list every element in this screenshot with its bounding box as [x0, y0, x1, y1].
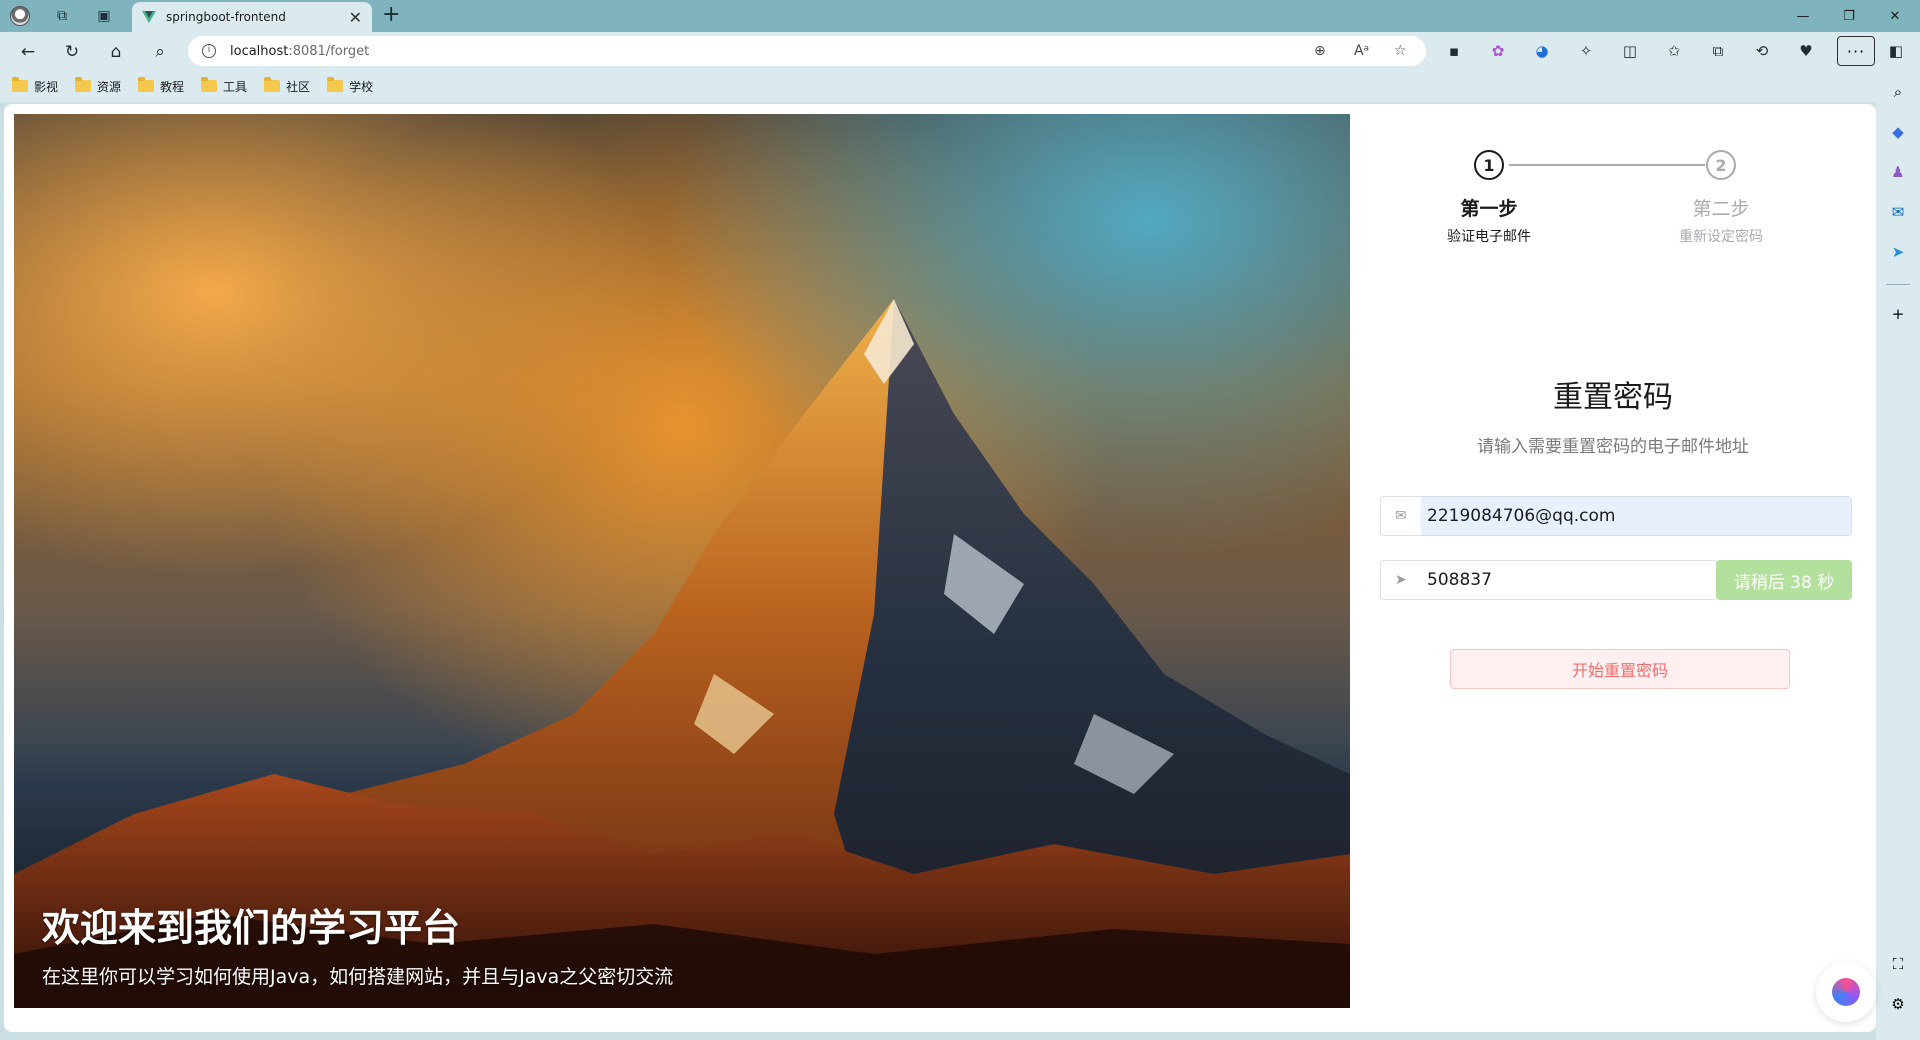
bookmark-folder[interactable]: 教程 — [138, 77, 184, 95]
sidebar-screenshot-icon[interactable]: ⛶ — [1888, 954, 1908, 974]
bookmark-folder[interactable]: 社区 — [264, 77, 310, 95]
close-window-icon[interactable]: ✕ — [1872, 4, 1918, 28]
hero-title: 欢迎来到我们的学习平台 — [42, 906, 461, 950]
extension-3-icon[interactable]: ◕ — [1532, 41, 1552, 61]
email-value: 2219084706@qq.com — [1427, 506, 1616, 526]
address-bar[interactable]: i localhost:8081/forget ⊕ Aᵃ ☆ — [188, 36, 1426, 66]
resend-code-button[interactable]: 请稍后 38 秒 — [1716, 560, 1852, 600]
more-menu-icon[interactable]: ··· — [1837, 36, 1875, 66]
sidebar-outlook-icon[interactable]: ✉ — [1888, 202, 1908, 222]
mountain-illustration — [14, 299, 1350, 1008]
hero-subtitle: 在这里你可以学习如何使用Java，如何搭建网站，并且与Java之父密切交流 — [42, 966, 674, 988]
restore-icon[interactable]: ❐ — [1826, 4, 1872, 28]
copilot-icon — [1832, 978, 1860, 1006]
folder-icon — [75, 77, 92, 92]
close-tab-icon[interactable]: ✕ — [349, 8, 362, 27]
verification-code-field[interactable]: ➤ 508837 — [1380, 560, 1718, 600]
address-path: :8081/forget — [288, 43, 370, 59]
sidebar-tools-icon[interactable]: ◆ — [1888, 122, 1908, 142]
sidebar-divider — [1886, 284, 1910, 285]
tab-title: springboot-frontend — [166, 10, 286, 24]
step-1-desc: 验证电子邮件 — [1447, 229, 1531, 245]
workspaces-icon[interactable]: ⧉ — [50, 4, 74, 28]
browser-tab-active[interactable]: springboot-frontend ✕ — [132, 2, 372, 32]
sidebar-send-icon[interactable]: ➤ — [1888, 242, 1908, 262]
vertical-tabs-icon[interactable]: ▣ — [92, 4, 116, 28]
reset-password-panel: 1 2 第一步 验证电子邮件 第二步 重新设定密码 重置密码 请输入需要重置密码… — [1350, 104, 1876, 1032]
vue-favicon-icon — [142, 11, 156, 23]
code-value: 508837 — [1427, 570, 1492, 590]
folder-icon — [12, 77, 28, 92]
profile-avatar[interactable] — [8, 4, 32, 28]
bookmark-folder[interactable]: 影视 — [12, 77, 58, 95]
step-2-title: 第二步 — [1692, 198, 1750, 220]
browser-toolbar: ← ↻ ⌂ ⌕ i localhost:8081/forget ⊕ Aᵃ ☆ ▪… — [0, 32, 1920, 70]
new-tab-icon[interactable]: + — [382, 2, 400, 27]
back-icon[interactable]: ← — [14, 38, 42, 66]
folder-icon — [264, 77, 281, 92]
minimize-icon[interactable]: — — [1780, 4, 1826, 28]
hero-image: 欢迎来到我们的学习平台 在这里你可以学习如何使用Java，如何搭建网站，并且与J… — [14, 114, 1350, 1008]
form-subtitle: 请输入需要重置密码的电子邮件地址 — [1477, 437, 1749, 457]
sidebar-add-icon[interactable]: + — [1888, 304, 1908, 324]
email-field[interactable]: ✉ 2219084706@qq.com — [1380, 496, 1852, 536]
form-title: 重置密码 — [1553, 380, 1673, 415]
step-2-circle: 2 — [1706, 150, 1736, 180]
bookmarks-bar: 影视 资源 教程 工具 社区 学校 — [0, 70, 1920, 102]
sidebar-games-icon[interactable]: ♟ — [1888, 162, 1908, 182]
step-connector-line — [1509, 164, 1705, 166]
step-1-title: 第一步 — [1460, 198, 1518, 220]
sidebar-search-icon[interactable]: ⌕ — [1888, 82, 1908, 102]
performance-icon[interactable]: ♥ — [1796, 41, 1816, 61]
bookmark-folder[interactable]: 学校 — [327, 77, 373, 95]
send-icon: ➤ — [1395, 572, 1407, 588]
extensions-icon[interactable]: ✧ — [1576, 41, 1596, 61]
copilot-button[interactable] — [1816, 962, 1876, 1022]
favorite-star-icon[interactable]: ☆ — [1394, 43, 1407, 59]
folder-icon — [138, 77, 155, 92]
favorites-icon[interactable]: ✩ — [1664, 41, 1684, 61]
address-host: localhost — [230, 43, 289, 59]
extension-2-icon[interactable]: ✿ — [1488, 41, 1508, 61]
refresh-icon[interactable]: ↻ — [58, 38, 86, 66]
steps-indicator: 1 2 第一步 验证电子邮件 第二步 重新设定密码 — [1350, 104, 1876, 264]
history-icon[interactable]: ⟲ — [1752, 41, 1772, 61]
start-reset-button[interactable]: 开始重置密码 — [1450, 649, 1790, 689]
extension-1-icon[interactable]: ▪ — [1444, 41, 1464, 61]
step-2-desc: 重新设定密码 — [1679, 229, 1763, 245]
page-viewport: 欢迎来到我们的学习平台 在这里你可以学习如何使用Java，如何搭建网站，并且与J… — [4, 104, 1876, 1032]
read-aloud-icon[interactable]: Aᵃ — [1354, 43, 1369, 59]
home-icon[interactable]: ⌂ — [102, 38, 130, 66]
step-1-circle: 1 — [1474, 150, 1504, 180]
folder-icon — [201, 77, 218, 92]
site-info-icon[interactable]: i — [202, 44, 216, 58]
bookmark-folder[interactable]: 资源 — [75, 77, 121, 95]
collections-icon[interactable]: ⧉ — [1708, 41, 1728, 61]
sidebar-toggle-icon[interactable]: ◧ — [1886, 41, 1906, 61]
split-screen-icon[interactable]: ◫ — [1620, 41, 1640, 61]
browser-titlebar: ⧉ ▣ springboot-frontend ✕ + — ❐ ✕ — [0, 0, 1920, 32]
bookmark-folder[interactable]: 工具 — [201, 77, 247, 95]
browser-sidebar: ⌕ ◆ ♟ ✉ ➤ + ⛶ ⚙ — [1876, 70, 1920, 1040]
sidebar-settings-icon[interactable]: ⚙ — [1888, 994, 1908, 1014]
folder-icon — [327, 77, 344, 92]
zoom-icon[interactable]: ⊕ — [1314, 43, 1326, 59]
search-icon[interactable]: ⌕ — [146, 38, 174, 66]
mail-icon: ✉ — [1395, 508, 1407, 524]
